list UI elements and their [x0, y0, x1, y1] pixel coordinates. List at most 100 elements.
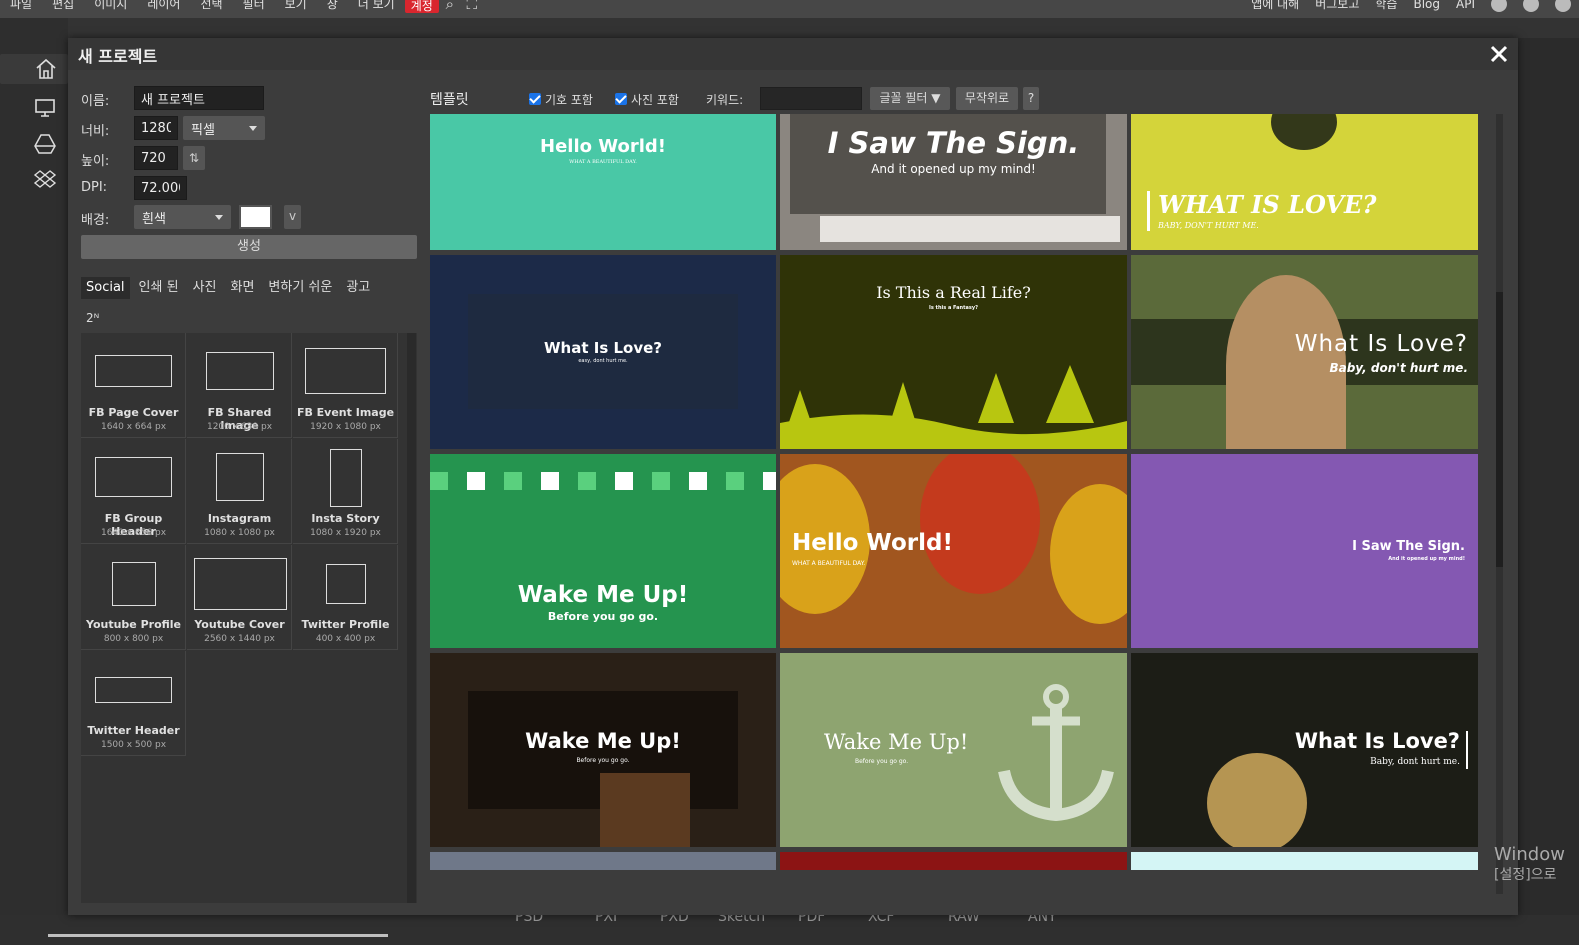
menu-more[interactable]: 더 보기: [348, 0, 405, 13]
menu-layer[interactable]: 레이어: [137, 0, 190, 13]
preset-fb-group-header[interactable]: FB Group Header 1640 x 856 px: [81, 439, 186, 544]
home-icon[interactable]: [0, 54, 68, 84]
preset-insta-story[interactable]: Insta Story 1080 x 1920 px: [293, 439, 398, 544]
background-select[interactable]: 흰색: [134, 205, 231, 229]
windows-activation-watermark: Window [설정]으로: [1494, 845, 1565, 885]
menu-api[interactable]: API: [1448, 0, 1483, 13]
menu-edit[interactable]: 편집: [42, 0, 84, 13]
include-symbols-checkbox[interactable]: [529, 93, 541, 105]
menu-filter[interactable]: 필터: [233, 0, 275, 13]
menu-view[interactable]: 보기: [275, 0, 317, 13]
chevron-down-icon: [215, 215, 223, 220]
template-tile[interactable]: [780, 852, 1127, 870]
preset-scrollbar[interactable]: [407, 333, 416, 903]
template-tile[interactable]: WHAT IS LOVE? BABY, DON'T HURT ME.: [1131, 114, 1478, 250]
preset-youtube-profile[interactable]: Youtube Profile 800 x 800 px: [81, 545, 186, 650]
tab-print[interactable]: 인쇄 된: [134, 277, 184, 299]
template-tile[interactable]: Wake Me Up! Before you go go.: [430, 653, 776, 847]
create-button[interactable]: 생성: [81, 235, 417, 259]
preset-fb-shared-image[interactable]: FB Shared Image 1200 x 630 px: [187, 333, 292, 438]
template-tile[interactable]: What Is Love? easy, dont hurt me.: [430, 255, 776, 449]
tab-ads[interactable]: 광고: [341, 277, 375, 299]
menu-blog[interactable]: Blog: [1405, 0, 1448, 13]
background-color-swatch[interactable]: [239, 205, 272, 229]
menu-image[interactable]: 이미지: [84, 0, 137, 13]
height-input[interactable]: [134, 146, 178, 170]
template-tile[interactable]: What Is Love? Baby, don't hurt me.: [1131, 255, 1478, 449]
template-tile[interactable]: Wake Me Up! Before you go go.: [780, 653, 1127, 847]
preset-name: Youtube Profile: [85, 618, 182, 631]
menu-select[interactable]: 선택: [190, 0, 232, 13]
include-photos-checkbox[interactable]: [615, 93, 627, 105]
template-title: Wake Me Up!: [517, 582, 689, 608]
pattern-square: [541, 472, 559, 490]
preset-twitter-profile[interactable]: Twitter Profile 400 x 400 px: [293, 545, 398, 650]
menu-file[interactable]: 파일: [0, 0, 42, 13]
preset-size: 1920 x 1080 px: [310, 422, 381, 432]
tab-2n[interactable]: 2ᴺ: [86, 311, 99, 325]
preset-fb-event-image[interactable]: FB Event Image 1920 x 1080 px: [293, 333, 398, 438]
unit-select[interactable]: 픽셀: [183, 116, 265, 140]
template-title: What Is Love?: [1294, 729, 1460, 753]
swap-dimensions-icon[interactable]: ⇅: [183, 146, 205, 170]
template-tile[interactable]: [430, 852, 776, 870]
fullscreen-icon[interactable]: ⛶: [461, 0, 483, 13]
search-icon[interactable]: ⌕: [439, 0, 461, 13]
background-label: 배경:: [81, 213, 110, 228]
keyword-input[interactable]: [760, 87, 862, 110]
preset-size: 400 x 400 px: [315, 634, 376, 644]
pattern-square: [689, 472, 707, 490]
template-tile[interactable]: Hello World! WHAT A BEAUTIFUL DAY.: [780, 454, 1127, 648]
close-icon[interactable]: [1486, 41, 1512, 67]
tab-photo[interactable]: 사진: [188, 277, 222, 299]
tab-social[interactable]: Social: [81, 277, 130, 299]
background-more-button[interactable]: v: [284, 205, 301, 229]
template-tile[interactable]: Is This a Real Life? Is this a Fantasy?: [780, 255, 1127, 449]
dropbox-icon[interactable]: [30, 165, 60, 195]
monitor-icon[interactable]: [30, 93, 60, 123]
random-button[interactable]: 무작위로: [956, 87, 1018, 110]
google-drive-icon[interactable]: [30, 129, 60, 159]
template-tile[interactable]: I Saw The Sign. And it opened up my mind…: [780, 114, 1127, 250]
dpi-input[interactable]: [134, 176, 187, 200]
template-tile[interactable]: What Is Love? Baby, dont hurt me.: [1131, 653, 1478, 847]
name-input[interactable]: [134, 86, 264, 110]
preset-instagram[interactable]: Instagram 1080 x 1080 px: [187, 439, 292, 544]
template-title: Is This a Real Life?: [876, 283, 1031, 302]
template-scrollbar[interactable]: [1496, 114, 1503, 894]
twitter-icon[interactable]: [1523, 0, 1539, 12]
preset-twitter-header[interactable]: Twitter Header 1500 x 500 px: [81, 651, 186, 756]
preset-youtube-cover[interactable]: Youtube Cover 2560 x 1440 px: [187, 545, 292, 650]
facebook-icon[interactable]: [1555, 0, 1571, 12]
tab-variable[interactable]: 변하기 쉬운: [263, 277, 337, 299]
menu-learn[interactable]: 학습: [1367, 0, 1405, 13]
preset-shape: [206, 352, 274, 390]
flower-shape: [1271, 114, 1337, 150]
font-filter-button[interactable]: 글꼴 필터 ▼: [870, 87, 950, 110]
menu-about[interactable]: 앱에 대해: [1243, 0, 1307, 13]
help-button[interactable]: ?: [1023, 87, 1039, 110]
template-subtitle: BABY, DON'T HURT ME.: [1158, 221, 1259, 230]
pattern-square: [615, 472, 633, 490]
preset-size: 800 x 800 px: [103, 634, 164, 644]
menu-account[interactable]: 계정: [404, 0, 439, 13]
menu-window[interactable]: 창: [317, 0, 348, 13]
template-title: I Saw The Sign.: [827, 126, 1080, 160]
template-tile[interactable]: I Saw The Sign. And it opened up my mind…: [1131, 454, 1478, 648]
preset-fb-page-cover[interactable]: FB Page Cover 1640 x 664 px: [81, 333, 186, 438]
template-subtitle: Before you go go.: [576, 757, 630, 764]
preset-size: 1080 x 1920 px: [310, 528, 381, 538]
width-input[interactable]: [134, 116, 178, 140]
preset-shape: [330, 449, 362, 507]
template-tile[interactable]: [1131, 852, 1478, 870]
tab-screen[interactable]: 화면: [225, 277, 259, 299]
preset-shape: [95, 355, 172, 387]
pattern-square: [504, 472, 522, 490]
cougar-shape: [1226, 275, 1346, 449]
menu-bug-report[interactable]: 버그보고: [1307, 0, 1367, 13]
pattern-square: [430, 472, 448, 490]
template-tile[interactable]: Hello World! WHAT A BEAUTIFUL DAY.: [430, 114, 776, 250]
template-tile[interactable]: Wake Me Up! Before you go go.: [430, 454, 776, 648]
scrollbar-thumb[interactable]: [1496, 292, 1503, 567]
reddit-icon[interactable]: [1491, 0, 1507, 12]
